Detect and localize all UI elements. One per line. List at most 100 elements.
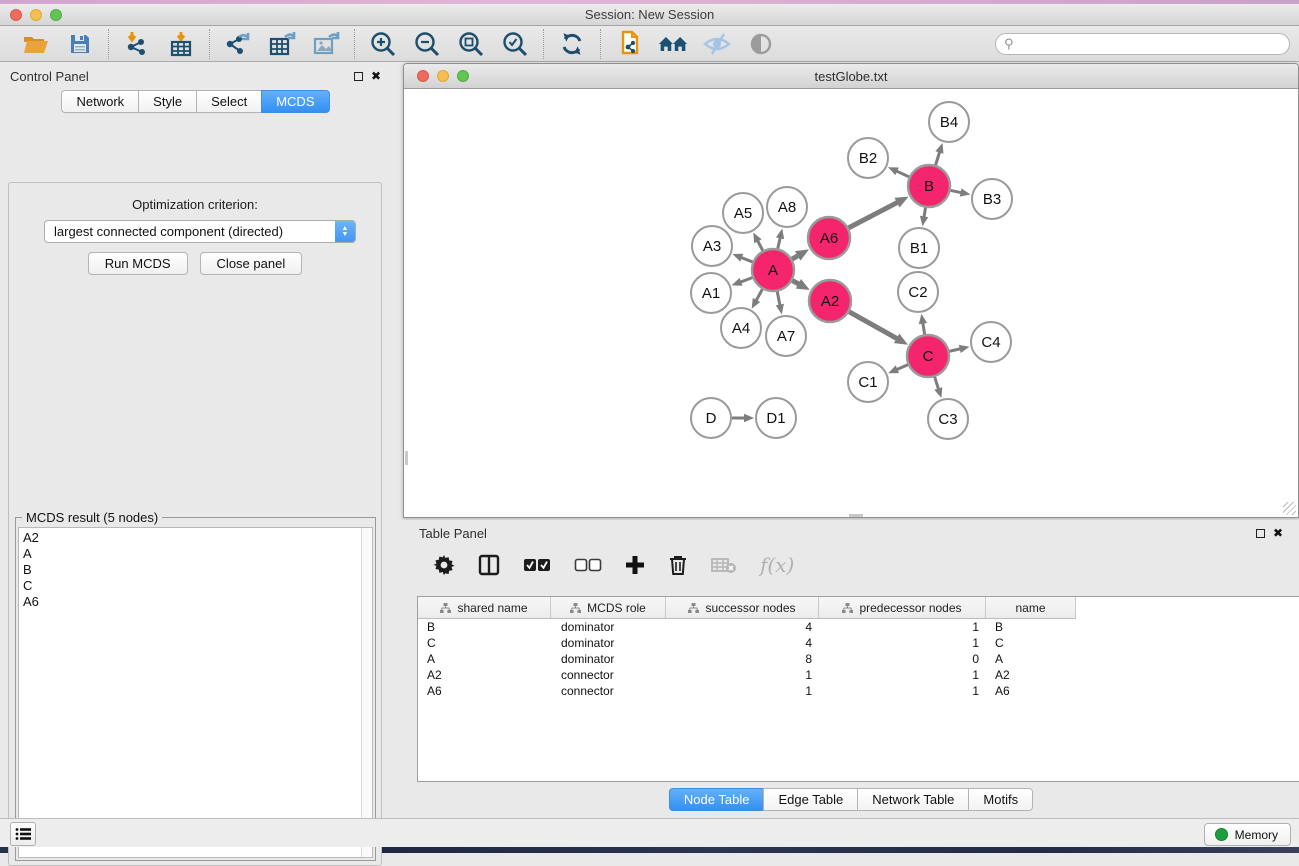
- table-cell[interactable]: 4: [666, 620, 819, 634]
- network-window-titlebar[interactable]: testGlobe.txt: [404, 64, 1298, 89]
- column-header-successor-nodes[interactable]: successor nodes: [666, 597, 819, 619]
- table-cell[interactable]: B: [418, 620, 551, 634]
- tab-node-table[interactable]: Node Table: [669, 788, 764, 811]
- houses-icon[interactable]: [658, 29, 688, 59]
- table-cell[interactable]: 1: [819, 620, 986, 634]
- tab-edge-table[interactable]: Edge Table: [763, 788, 857, 811]
- node-D[interactable]: D: [691, 398, 731, 438]
- select-all-icon[interactable]: [523, 558, 551, 572]
- table-cell[interactable]: A6: [986, 684, 1076, 698]
- table-cell[interactable]: C: [418, 636, 551, 650]
- node-C3[interactable]: C3: [928, 399, 968, 439]
- zoom-fit-icon[interactable]: [456, 29, 486, 59]
- node-B[interactable]: B: [908, 165, 950, 207]
- table-cell[interactable]: 1: [819, 636, 986, 650]
- export-table-icon[interactable]: [267, 29, 297, 59]
- import-table-icon[interactable]: [166, 29, 196, 59]
- node-A3[interactable]: A3: [692, 226, 732, 266]
- close-panel-button[interactable]: Close panel: [200, 252, 303, 275]
- table-cell[interactable]: 1: [666, 668, 819, 682]
- node-A4[interactable]: A4: [721, 308, 761, 348]
- table-body[interactable]: Bdominator41BCdominator41CAdominator80AA…: [418, 619, 1299, 699]
- window-controls[interactable]: [10, 9, 62, 21]
- export-network-icon[interactable]: [223, 29, 253, 59]
- network-canvas[interactable]: B4B2BB3A5A8A6A3B1AA1C2A2A4A7C4CC1C3DD1: [405, 89, 1297, 517]
- search-field[interactable]: ⚲: [995, 33, 1290, 55]
- node-A5[interactable]: A5: [723, 193, 763, 233]
- table-cell[interactable]: 0: [819, 652, 986, 666]
- tab-network-table[interactable]: Network Table: [857, 788, 968, 811]
- close-table-panel-icon[interactable]: ✖: [1273, 527, 1283, 539]
- table-cell[interactable]: connector: [551, 684, 666, 698]
- edge-A-A7[interactable]: [777, 292, 780, 307]
- table-header-row[interactable]: shared nameMCDS rolesuccessor nodesprede…: [418, 597, 1299, 619]
- table-cell[interactable]: A6: [418, 684, 551, 698]
- clear-table-icon[interactable]: [711, 556, 737, 574]
- table-cell[interactable]: A: [418, 652, 551, 666]
- zoom-out-icon[interactable]: [412, 29, 442, 59]
- edge-B-B4[interactable]: [936, 151, 940, 165]
- table-row[interactable]: A6connector11A6: [418, 683, 1299, 699]
- table-cell[interactable]: 1: [819, 684, 986, 698]
- edge-A-A4[interactable]: [755, 289, 762, 301]
- minimize-network-button[interactable]: [437, 70, 449, 82]
- result-item[interactable]: C: [23, 578, 372, 594]
- function-builder-icon[interactable]: f(x): [760, 553, 794, 577]
- result-item[interactable]: A2: [23, 530, 372, 546]
- tab-select[interactable]: Select: [196, 90, 261, 113]
- gear-icon[interactable]: [433, 554, 455, 576]
- resize-grip[interactable]: [1283, 502, 1296, 515]
- column-header-predecessor-nodes[interactable]: predecessor nodes: [819, 597, 986, 619]
- node-D1[interactable]: D1: [756, 398, 796, 438]
- import-network-icon[interactable]: [122, 29, 152, 59]
- table-cell[interactable]: B: [986, 620, 1076, 634]
- search-input[interactable]: [995, 33, 1290, 55]
- node-C2[interactable]: C2: [898, 272, 938, 312]
- close-network-button[interactable]: [417, 70, 429, 82]
- node-B2[interactable]: B2: [848, 138, 888, 178]
- memory-button[interactable]: Memory: [1204, 823, 1291, 846]
- table-cell[interactable]: connector: [551, 668, 666, 682]
- node-C1[interactable]: C1: [848, 362, 888, 402]
- node-A1[interactable]: A1: [691, 273, 731, 313]
- task-history-button[interactable]: [10, 822, 36, 846]
- mcds-result-list[interactable]: A2ABCA6: [18, 527, 373, 858]
- table-cell[interactable]: dominator: [551, 620, 666, 634]
- table-row[interactable]: Cdominator41C: [418, 635, 1299, 651]
- node-A7[interactable]: A7: [766, 316, 806, 356]
- float-panel-icon[interactable]: [354, 72, 363, 81]
- float-table-panel-icon[interactable]: [1256, 529, 1265, 538]
- node-B1[interactable]: B1: [899, 228, 939, 268]
- node-A[interactable]: A: [752, 249, 794, 291]
- network-graph[interactable]: B4B2BB3A5A8A6A3B1AA1C2A2A4A7C4CC1C3DD1: [405, 89, 1297, 517]
- table-row[interactable]: Bdominator41B: [418, 619, 1299, 635]
- column-header-shared-name[interactable]: shared name: [418, 597, 551, 619]
- add-icon[interactable]: [625, 555, 645, 575]
- optimization-criterion-select[interactable]: largest connected component (directed) ▲…: [44, 220, 356, 243]
- node-table[interactable]: shared nameMCDS rolesuccessor nodesprede…: [417, 596, 1299, 782]
- minimize-window-button[interactable]: [30, 9, 42, 21]
- export-image-icon[interactable]: [311, 29, 341, 59]
- column-header-MCDS-role[interactable]: MCDS role: [551, 597, 666, 619]
- column-header-name[interactable]: name: [986, 597, 1076, 619]
- delete-icon[interactable]: [668, 554, 688, 576]
- refresh-icon[interactable]: [557, 29, 587, 59]
- node-B3[interactable]: B3: [972, 179, 1012, 219]
- zoom-selected-icon[interactable]: [500, 29, 530, 59]
- tab-mcds[interactable]: MCDS: [261, 90, 329, 113]
- result-item[interactable]: A: [23, 546, 372, 562]
- tab-motifs[interactable]: Motifs: [968, 788, 1033, 811]
- table-cell[interactable]: 8: [666, 652, 819, 666]
- table-cell[interactable]: A2: [986, 668, 1076, 682]
- node-C4[interactable]: C4: [971, 322, 1011, 362]
- edge-A-A1[interactable]: [739, 278, 752, 283]
- table-cell[interactable]: 1: [666, 684, 819, 698]
- edge-A-A3[interactable]: [740, 257, 753, 262]
- table-cell[interactable]: 1: [819, 668, 986, 682]
- save-icon[interactable]: [65, 29, 95, 59]
- table-cell[interactable]: C: [986, 636, 1076, 650]
- close-window-button[interactable]: [10, 9, 22, 21]
- edge-A2-C[interactable]: [849, 312, 898, 340]
- network-window-controls[interactable]: [417, 70, 469, 82]
- table-cell[interactable]: dominator: [551, 636, 666, 650]
